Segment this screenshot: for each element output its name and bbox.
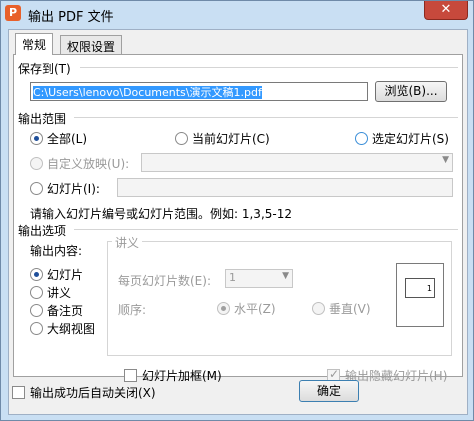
content-notes-label: 备注页 (47, 304, 84, 318)
pdf-export-dialog: P 输出 PDF 文件 ✕ 常规 权限设置 保存到(T) C:\Users\le… (0, 0, 474, 421)
content-slides-label: 幻灯片 (47, 268, 84, 282)
range-slides-option[interactable]: 幻灯片(I): (30, 180, 100, 196)
dialog-body: 常规 权限设置 保存到(T) C:\Users\lenovo\Documents… (8, 29, 468, 415)
range-section-label: 输出范围 (18, 112, 67, 126)
content-outline-option[interactable]: 大纲视图 (30, 320, 95, 336)
range-custom-show-option: 自定义放映(U): (30, 155, 129, 171)
divider (74, 117, 458, 118)
order-horizontal-radio (217, 302, 230, 315)
content-notes-option[interactable]: 备注页 (30, 302, 83, 318)
content-notes-radio[interactable] (30, 304, 43, 317)
save-path-text: C:\Users\lenovo\Documents\演示文稿1.pdf (33, 86, 262, 99)
close-button[interactable]: ✕ (424, 1, 468, 20)
range-slides-label: 幻灯片(I): (47, 182, 100, 196)
range-selected-option[interactable]: 选定幻灯片(S) (355, 130, 449, 146)
order-vertical-label: 垂直(V) (329, 302, 371, 316)
range-slides-radio[interactable] (30, 182, 43, 195)
wps-app-icon: P (5, 5, 21, 21)
title-bar: P 输出 PDF 文件 ✕ (1, 1, 473, 29)
auto-close-checkbox[interactable] (12, 386, 25, 399)
per-page-value: 1 (229, 271, 236, 284)
content-handouts-label: 讲义 (47, 286, 72, 300)
window-title: 输出 PDF 文件 (28, 10, 114, 25)
save-path-input[interactable]: C:\Users\lenovo\Documents\演示文稿1.pdf (30, 82, 368, 101)
range-all-option[interactable]: 全部(L) (30, 130, 87, 146)
options-section-label: 输出选项 (18, 224, 67, 238)
content-slides-option[interactable]: 幻灯片 (30, 266, 83, 282)
range-selected-label: 选定幻灯片(S) (372, 132, 449, 146)
hidden-slides-label: 输出隐藏幻灯片(H) (345, 369, 448, 383)
content-slides-radio[interactable] (30, 268, 43, 281)
range-all-label: 全部(L) (47, 132, 88, 146)
custom-show-dropdown: ▼ (141, 153, 453, 172)
auto-close-option[interactable]: 输出成功后自动关闭(X) (12, 384, 156, 400)
slide-range-input (117, 178, 453, 197)
browse-button[interactable]: 浏览(B)... (375, 81, 447, 102)
tab-general[interactable]: 常规 (15, 33, 54, 55)
range-current-label: 当前幻灯片(C) (192, 132, 270, 146)
order-vertical-option: 垂直(V) (312, 300, 371, 316)
content-outline-label: 大纲视图 (47, 322, 96, 336)
frame-slides-option[interactable]: 幻灯片加框(M) (124, 367, 222, 383)
content-handouts-radio[interactable] (30, 286, 43, 299)
chevron-down-icon: ▼ (282, 271, 289, 281)
ok-button[interactable]: 确定 (299, 380, 359, 402)
chevron-down-icon: ▼ (442, 155, 449, 165)
range-selected-radio[interactable] (355, 132, 368, 145)
divider (80, 67, 458, 68)
divider (74, 229, 458, 230)
content-handouts-option[interactable]: 讲义 (30, 284, 71, 300)
handout-preview: 1 (396, 263, 444, 327)
range-all-radio[interactable] (30, 132, 43, 145)
order-horizontal-option: 水平(Z) (217, 300, 276, 316)
auto-close-label: 输出成功后自动关闭(X) (30, 386, 156, 400)
save-to-label: 保存到(T) (18, 62, 71, 76)
order-vertical-radio (312, 302, 325, 315)
preview-slide-thumb: 1 (405, 278, 435, 298)
general-panel: 保存到(T) C:\Users\lenovo\Documents\演示文稿1.p… (13, 54, 463, 383)
content-label: 输出内容: (30, 244, 83, 258)
content-outline-radio[interactable] (30, 322, 43, 335)
frame-slides-checkbox[interactable] (124, 369, 137, 382)
frame-slides-label: 幻灯片加框(M) (142, 369, 222, 383)
range-current-radio[interactable] (175, 132, 188, 145)
tab-permissions[interactable]: 权限设置 (60, 35, 123, 54)
handout-group-title: 讲义 (112, 234, 143, 251)
order-horizontal-label: 水平(Z) (234, 302, 276, 316)
range-custom-show-label: 自定义放映(U): (47, 157, 130, 171)
range-custom-show-radio (30, 157, 43, 170)
range-current-option[interactable]: 当前幻灯片(C) (175, 130, 270, 146)
range-hint: 请输入幻灯片编号或幻灯片范围。例如: 1,3,5-12 (30, 207, 292, 221)
order-label: 顺序: (118, 303, 147, 317)
per-page-label: 每页幻灯片数(E): (118, 274, 211, 288)
per-page-dropdown: 1 ▼ (225, 269, 293, 288)
